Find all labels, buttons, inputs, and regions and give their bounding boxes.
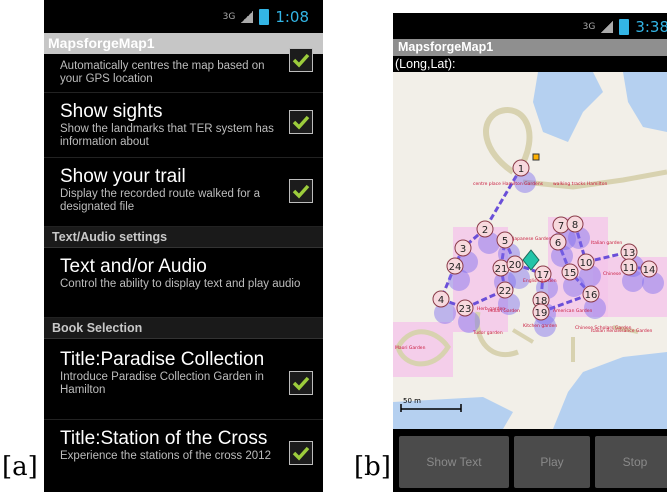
place-label: Italian Renaissance Garden	[591, 328, 653, 334]
status-bar: 3G 1:08	[44, 0, 323, 33]
place-label: Italian garden	[591, 240, 622, 246]
checkbox[interactable]	[289, 48, 313, 72]
marker-label: 4	[438, 295, 444, 306]
book-stations[interactable]: Title:Station of the Cross Experience th…	[44, 420, 323, 480]
marker-label: 24	[449, 262, 462, 273]
marker-label: 15	[564, 268, 577, 279]
map-screen: 3G 3:38 MapsforgeMap1 (Long,Lat): 1 2 3 …	[393, 13, 667, 492]
book-paradise[interactable]: Title:Paradise Collection Introduce Para…	[44, 339, 323, 420]
category-text-audio: Text/Audio settings	[44, 227, 323, 248]
clock: 1:08	[275, 8, 309, 26]
pref-summary: Control the ability to display text and …	[60, 278, 301, 290]
stop-button[interactable]: Stop	[595, 436, 667, 488]
marker-label: 3	[460, 244, 466, 255]
pref-title: Show sights	[60, 101, 163, 122]
battery-icon	[619, 19, 630, 35]
signal-icon	[241, 11, 254, 23]
pref-center-map[interactable]: Automatically centres the map based on y…	[44, 48, 323, 93]
play-button[interactable]: Play	[514, 436, 590, 488]
checkbox[interactable]	[289, 441, 313, 465]
place-label: American Garden	[553, 308, 592, 314]
pref-title: Show your trail	[60, 166, 186, 187]
button-bar: Show Text Play Stop	[393, 429, 667, 492]
clock: 3:38	[635, 18, 667, 36]
network-type: 3G	[582, 22, 596, 32]
place-label: English garden	[523, 278, 557, 284]
marker-label: 10	[580, 258, 593, 269]
app-title: MapsforgeMap1	[44, 33, 323, 54]
app-title: MapsforgeMap1	[393, 39, 667, 56]
place-label: centre place Hamilton Gardens	[473, 181, 544, 187]
status-bar: 3G 3:38	[393, 13, 667, 39]
panel-label-b: [b]	[354, 452, 391, 482]
marker-label: 2	[482, 225, 488, 236]
marker-label: 16	[585, 290, 598, 301]
category-book: Book Selection	[44, 318, 323, 339]
water-area	[553, 352, 667, 429]
location-icon	[532, 153, 540, 161]
checkbox[interactable]	[289, 371, 313, 395]
pref-summary: Show the landmarks that TER system has i…	[60, 123, 274, 148]
signal-icon	[601, 21, 614, 33]
checkmark-icon	[292, 115, 310, 130]
water-area	[623, 72, 667, 132]
marker-label: 19	[535, 308, 548, 319]
place-label: Tudor garden	[472, 330, 503, 336]
place-label: Kitchen garden	[523, 323, 557, 329]
checkmark-icon	[292, 376, 310, 391]
scale-label: 50 m	[403, 397, 421, 405]
checkbox[interactable]	[289, 179, 313, 203]
marker-label: 14	[643, 265, 656, 276]
marker-label: 13	[623, 248, 636, 259]
map-canvas: 1232442352122201718197 861015161311 14 cen…	[393, 72, 667, 429]
marker-label: 22	[499, 286, 512, 297]
place-label: Maori Garden	[395, 345, 426, 351]
marker-label: 6	[555, 238, 561, 249]
pref-text-audio[interactable]: Text and/or Audio Control the ability to…	[44, 248, 323, 318]
place-label: Herb garden	[477, 306, 505, 312]
pref-summary: Display the recorded route walked for a …	[60, 188, 261, 213]
marker-label: 11	[623, 263, 636, 274]
panel-label-a: [a]	[2, 452, 38, 482]
marker-label: 7	[558, 221, 564, 232]
battery-icon	[259, 9, 270, 25]
marker-label: 20	[509, 260, 522, 271]
network-type: 3G	[222, 12, 236, 22]
checkbox[interactable]	[289, 110, 313, 134]
book-title: Title:Station of the Cross	[60, 428, 268, 449]
show-text-button[interactable]: Show Text	[399, 436, 509, 488]
place-label: Chinese	[603, 271, 621, 277]
checkmark-icon	[292, 184, 310, 199]
map-view[interactable]: 1 2 3 24 4 23 5 21 22 20 17 18 19 7 8 6 10 15 16 13 11 14 cen…	[393, 72, 667, 429]
water-area	[533, 72, 603, 142]
marker-label: 8	[572, 220, 578, 231]
pref-show-sights[interactable]: Show sights Show the landmarks that TER …	[44, 93, 323, 158]
settings-screen: 3G 1:08 MapsforgeMap1 Automatically cent…	[44, 0, 323, 492]
pref-title: Text and/or Audio	[60, 256, 207, 277]
pref-show-trail[interactable]: Show your trail Display the recorded rou…	[44, 158, 323, 227]
place-label: walking tracks Hamilton	[553, 181, 607, 187]
marker-label: 1	[518, 164, 524, 175]
coordinates-readout: (Long,Lat):	[393, 56, 667, 72]
marker-label: 21	[495, 264, 508, 275]
book-summary: Introduce Paradise Collection Garden in …	[60, 371, 264, 396]
marker-label: 23	[459, 304, 472, 315]
book-summary: Experience the stations of the cross 201…	[60, 450, 271, 462]
checkmark-icon	[292, 446, 310, 461]
checkmark-icon	[292, 53, 310, 68]
book-title: Title:Paradise Collection	[60, 349, 265, 370]
pref-summary: Automatically centres the map based on y…	[60, 60, 265, 85]
marker-label: 5	[502, 236, 508, 247]
place-label: Japanese Garden	[512, 236, 552, 242]
